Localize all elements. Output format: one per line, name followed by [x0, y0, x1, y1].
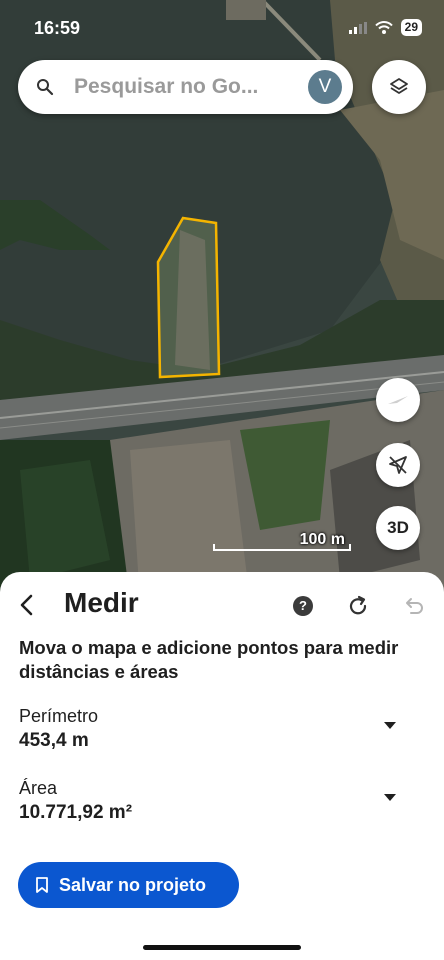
battery-indicator: 29 — [400, 19, 422, 36]
location-button[interactable] — [376, 443, 420, 487]
save-to-project-label: Salvar no projeto — [59, 875, 207, 895]
signal-icon — [348, 21, 367, 34]
dropdown-arrow-icon[interactable] — [383, 720, 397, 730]
search-icon — [37, 79, 54, 96]
search-bar[interactable]: V — [18, 60, 353, 114]
area-row[interactable]: Área 10.771,92 m² — [19, 778, 419, 824]
perimeter-value: 453,4 m — [19, 730, 89, 751]
perimeter-label: Perímetro — [19, 706, 99, 726]
layers-button[interactable] — [372, 60, 426, 114]
area-value: 10.771,92 m² — [19, 802, 133, 823]
measure-instructions: Mova o mapa e adicione pontos para medir… — [19, 637, 399, 682]
scale-line — [213, 544, 351, 551]
back-arrow-icon — [20, 594, 33, 616]
compass-icon — [388, 396, 408, 404]
dropdown-arrow-icon[interactable] — [383, 792, 397, 802]
status-time: 16:59 — [34, 18, 81, 38]
save-to-project-button[interactable]: Salvar no projeto — [18, 862, 239, 908]
back-button[interactable] — [12, 590, 42, 620]
home-indicator — [143, 945, 301, 950]
location-off-icon — [389, 456, 407, 474]
bookmark-icon — [36, 877, 48, 893]
map-scale: 100 m — [213, 531, 351, 553]
search-input[interactable] — [74, 60, 309, 114]
layers-icon — [390, 78, 408, 94]
sheet-title: Medir — [64, 587, 139, 618]
status-bar: 16:59 29 — [0, 0, 444, 54]
measure-sheet: Medir ? Mova o mapa e adicione pontos pa… — [0, 572, 444, 960]
reset-icon[interactable] — [345, 593, 371, 619]
wifi-icon — [374, 21, 393, 34]
avatar[interactable]: V — [308, 70, 342, 104]
compass-button[interactable] — [376, 378, 420, 422]
3d-toggle-button[interactable]: 3D — [376, 506, 420, 550]
undo-icon[interactable] — [400, 593, 426, 619]
status-icons: 29 — [348, 19, 422, 36]
perimeter-row[interactable]: Perímetro 453,4 m — [19, 706, 419, 752]
help-icon[interactable]: ? — [293, 596, 313, 616]
area-label: Área — [19, 778, 58, 798]
